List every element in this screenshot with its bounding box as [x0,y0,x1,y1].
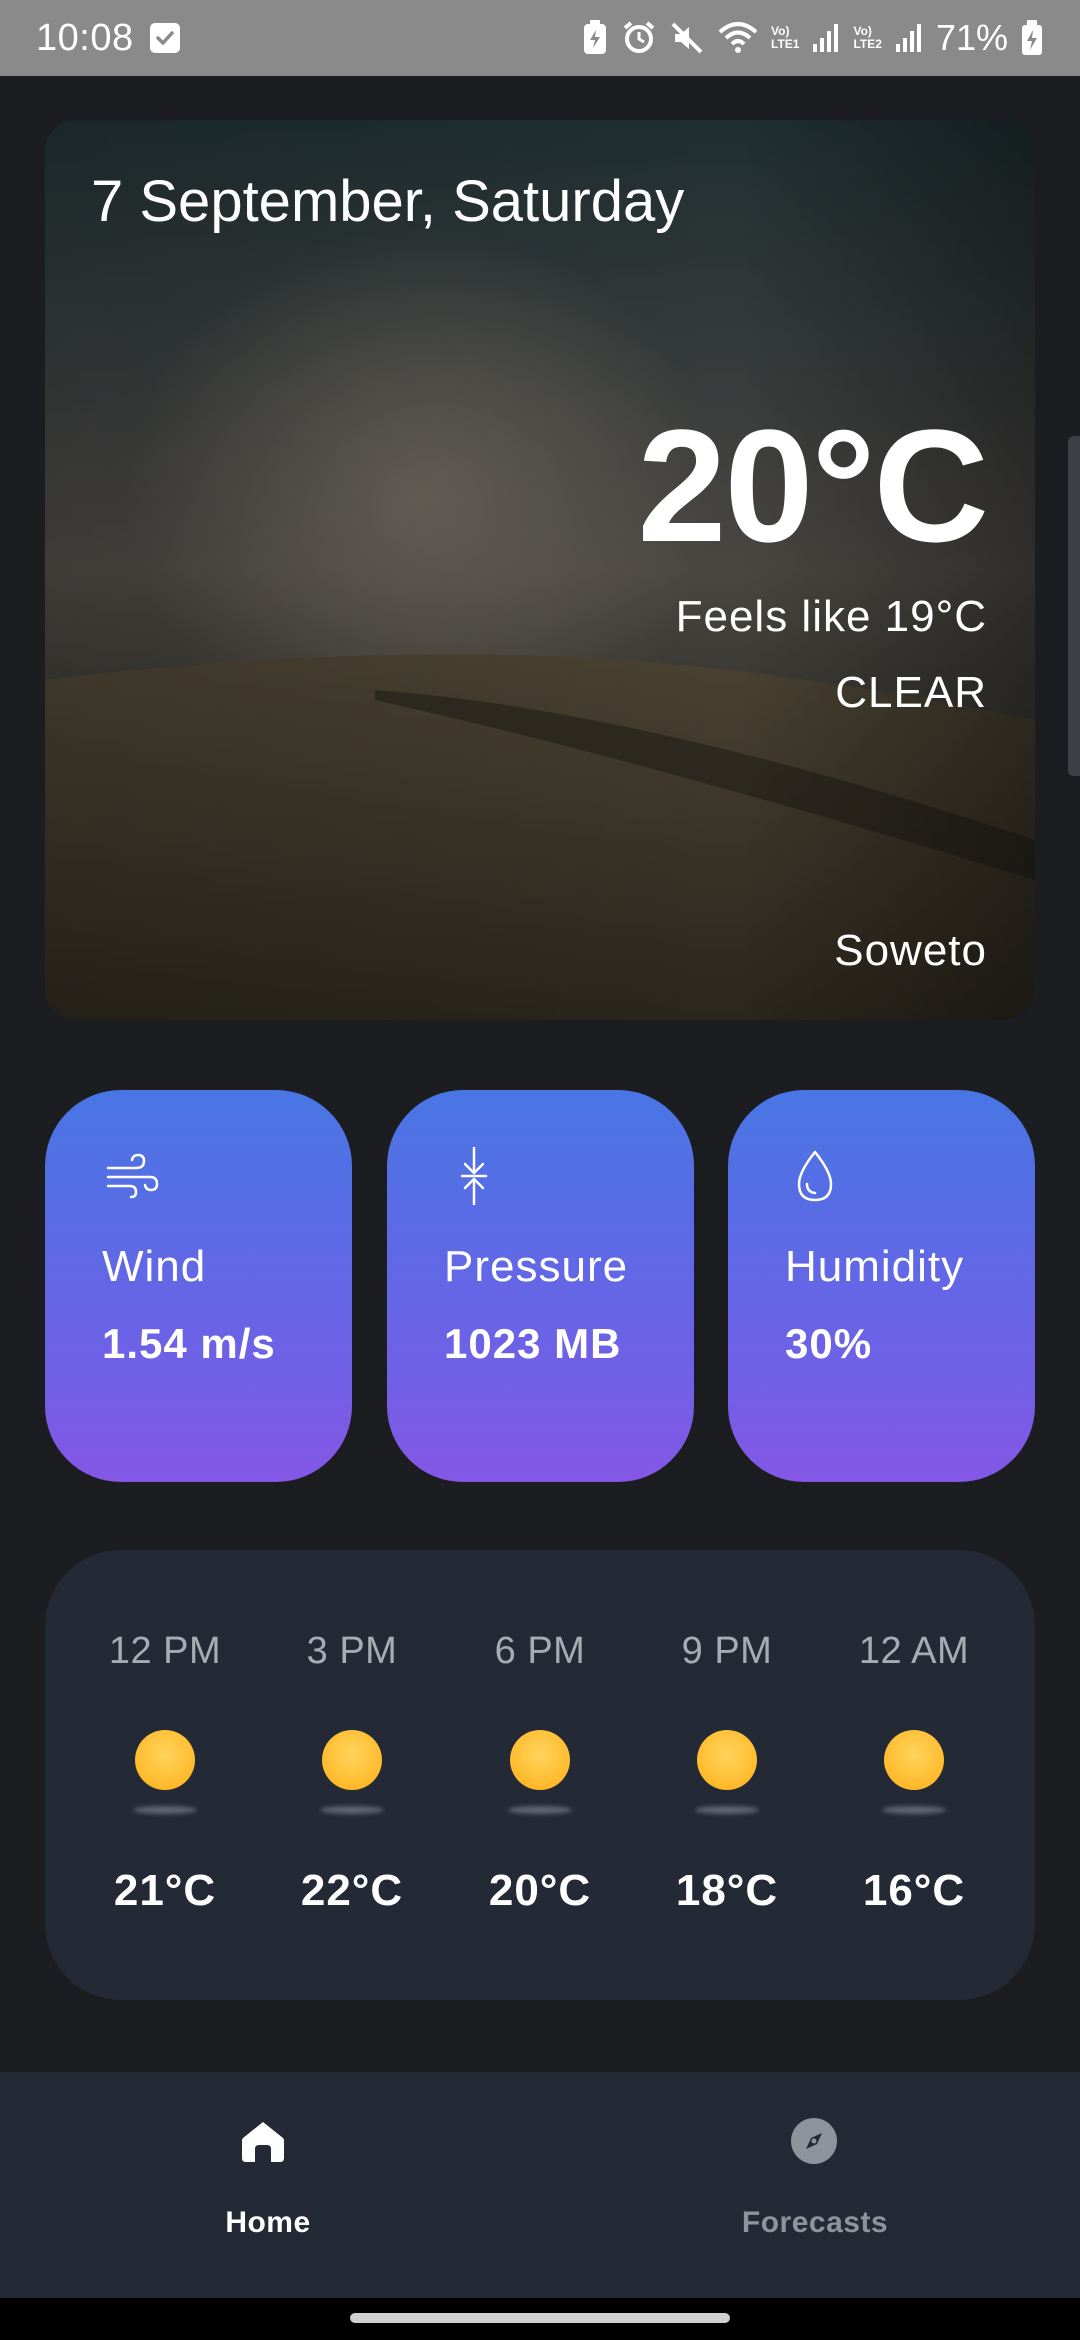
current-date: 7 September, Saturday [91,169,685,234]
wifi-icon [717,20,759,56]
weather-screen: 10:08 Vo) LTE1 Vo) LTE2 71% 7 September,… [0,0,1080,2340]
stat-value: 1023 MB [444,1320,622,1367]
wind-icon [106,1153,159,1199]
pressure-icon [460,1146,488,1206]
nav-item-forecasts[interactable]: Forecasts [540,2072,1080,2298]
sun-shadow [882,1806,946,1814]
sun-shadow [320,1806,384,1814]
wind-card: Wind 1.54 m/s [45,1090,352,1482]
battery-saver-icon [581,20,609,56]
sun-shadow [508,1806,572,1814]
nav-item-home[interactable]: Home [0,2072,540,2298]
alarm-icon [621,20,657,56]
hourly-item[interactable]: 12 PM 21°C [75,1550,255,2000]
weather-condition: CLEAR [835,668,987,717]
home-gesture-pill[interactable] [350,2313,730,2323]
stat-value: 30% [785,1320,873,1367]
hourly-item[interactable]: 12 AM 16°C [824,1550,1004,2000]
battery-percentage: 71% [935,17,1008,58]
humidity-card: Humidity 30% [728,1090,1035,1482]
sun-icon [884,1730,944,1790]
compass-icon [791,2118,837,2164]
checkbox-notification-icon [149,23,180,53]
feels-like-text: Feels like 19°C [675,592,987,641]
hour-temperature: 20°C [488,1866,592,1915]
hourly-item[interactable]: 9 PM 18°C [637,1550,817,2000]
hourly-item[interactable]: 6 PM 20°C [450,1550,630,2000]
hour-time: 3 PM [306,1630,398,1672]
nav-label: Forecasts [741,2206,889,2239]
signal-icon [894,22,924,54]
sun-shadow [133,1806,197,1814]
sun-shadow [695,1806,759,1814]
current-temperature: 20°C [637,396,989,575]
hour-time: 6 PM [494,1630,586,1672]
sun-icon [510,1730,570,1790]
bottom-navigation: Home Forecasts [0,2072,1080,2298]
hour-temperature: 22°C [300,1866,404,1915]
status-bar: 10:08 Vo) LTE1 Vo) LTE2 71% [0,0,1080,76]
hour-temperature: 18°C [675,1866,779,1915]
signal-icon [811,22,841,54]
sun-icon [135,1730,195,1790]
home-icon [242,2122,284,2162]
stat-label: Pressure [444,1242,629,1291]
hour-time: 12 AM [858,1630,970,1672]
current-weather-card: 7 September, Saturday 20°C Feels like 19… [45,120,1035,1020]
hour-temperature: 21°C [113,1866,217,1915]
scrollbar[interactable] [1068,436,1080,776]
hour-time: 12 PM [108,1630,222,1672]
hourly-forecast-card: 12 PM 21°C 3 PM 22°C 6 PM 20°C 9 PM 18°C… [45,1550,1035,2000]
sun-icon [322,1730,382,1790]
status-time: 10:08 [36,16,134,59]
stat-value: 1.54 m/s [102,1320,276,1367]
hour-time: 9 PM [681,1630,773,1672]
battery-charging-icon [1020,19,1044,57]
sim2-network-label: Vo) LTE2 [853,24,882,51]
droplet-icon [797,1150,833,1202]
pressure-card: Pressure 1023 MB [387,1090,694,1482]
sim1-network-label: Vo) LTE1 [771,24,800,51]
hour-temperature: 16°C [862,1866,966,1915]
nav-label: Home [225,2206,311,2239]
stat-label: Humidity [785,1242,965,1291]
mute-icon [669,20,705,56]
location-name: Soweto [834,926,987,975]
sun-icon [697,1730,757,1790]
stat-label: Wind [102,1242,207,1291]
hourly-item[interactable]: 3 PM 22°C [262,1550,442,2000]
